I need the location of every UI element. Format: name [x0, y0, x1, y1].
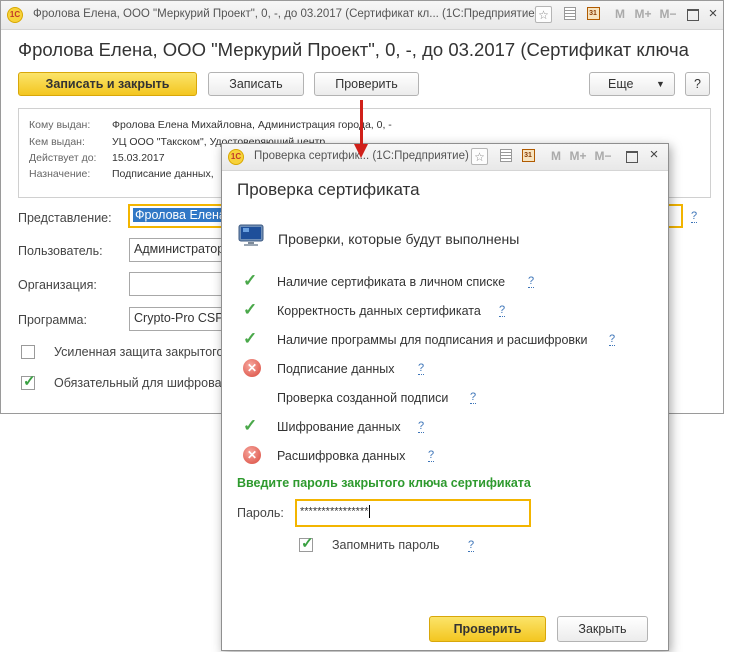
restore-icon[interactable]: [685, 6, 701, 22]
encryption-required-checkbox[interactable]: ✓: [21, 373, 36, 390]
check-button[interactable]: Проверить: [314, 72, 419, 96]
star-icon[interactable]: ☆: [535, 6, 552, 23]
remember-password-checkbox[interactable]: ✓: [299, 535, 314, 552]
issued-by-label: Кем выдан:: [29, 136, 85, 148]
check-item-signing: Подписание данных: [277, 362, 395, 376]
restore-icon[interactable]: [624, 148, 640, 164]
program-label: Программа:: [18, 313, 87, 327]
check-item-program: Наличие программы для подписания и расши…: [277, 333, 588, 347]
m-minus-icon[interactable]: M−: [592, 148, 614, 164]
password-value: ****************: [300, 505, 369, 518]
issued-to-label: Кому выдан:: [29, 119, 91, 131]
organization-label: Организация:: [18, 278, 97, 292]
remember-password-label: Запомнить пароль: [332, 538, 440, 552]
annotation-arrow-line: [360, 100, 363, 150]
strong-protection-checkbox[interactable]: [21, 345, 35, 359]
representation-value: Фролова Елена: [133, 208, 228, 222]
encryption-required-label: Обязательный для шифрова: [54, 376, 222, 390]
certificate-check-dialog: 1C Проверка сертифик... (1С:Предприятие)…: [221, 143, 669, 651]
save-and-close-button[interactable]: Записать и закрыть: [18, 72, 197, 96]
check-help-link[interactable]: ?: [418, 420, 425, 433]
more-button[interactable]: Еще ▼: [589, 72, 675, 96]
error-icon: ✕: [243, 359, 261, 377]
main-titlebar: 1C Фролова Елена, ООО "Меркурий Проект",…: [1, 1, 723, 30]
representation-label: Представление:: [18, 211, 112, 225]
m-plus-icon[interactable]: M+: [632, 6, 654, 22]
password-label: Пароль:: [237, 506, 284, 520]
ok-check-icon: ✓: [243, 300, 258, 319]
check-help-link[interactable]: ?: [418, 362, 425, 375]
dialog-close-button[interactable]: Закрыть: [557, 616, 648, 642]
dialog-check-button[interactable]: Проверить: [429, 616, 546, 642]
annotation-arrow-head-icon: [354, 144, 368, 158]
page-title: Фролова Елена, ООО "Меркурий Проект", 0,…: [18, 39, 689, 60]
m-icon[interactable]: M: [548, 148, 564, 164]
check-item-cert-data: Корректность данных сертификата: [277, 304, 481, 318]
calendar-icon[interactable]: 31: [520, 148, 536, 164]
check-help-link[interactable]: ?: [528, 275, 535, 288]
check-help-link[interactable]: ?: [499, 304, 506, 317]
issued-to-value: Фролова Елена Михайловна, Администрация …: [112, 119, 392, 131]
m-plus-icon[interactable]: M+: [567, 148, 589, 164]
grid-icon[interactable]: [562, 6, 578, 22]
help-button[interactable]: ?: [685, 72, 710, 96]
purpose-label: Назначение:: [29, 168, 91, 180]
star-icon[interactable]: ☆: [471, 148, 488, 165]
checkmark-icon: ✓: [23, 373, 36, 390]
m-icon[interactable]: M: [612, 6, 628, 22]
password-field[interactable]: ****************: [295, 499, 531, 527]
dialog-heading: Проверка сертификата: [237, 180, 420, 199]
dropdown-arrow-icon: ▼: [656, 79, 665, 89]
remember-help-link[interactable]: ?: [468, 539, 475, 552]
check-help-link[interactable]: ?: [470, 391, 477, 404]
ok-check-icon: ✓: [243, 416, 258, 435]
computer-icon: [238, 224, 264, 246]
valid-until-label: Действует до:: [29, 152, 97, 164]
save-button[interactable]: Записать: [208, 72, 304, 96]
1c-logo-icon: 1C: [228, 149, 244, 165]
check-item-signature-verify: Проверка созданной подписи: [277, 391, 449, 405]
text-caret: [368, 505, 370, 518]
representation-help-link[interactable]: ?: [691, 210, 698, 223]
check-item-encryption: Шифрование данных: [277, 420, 401, 434]
check-item-cert-in-list: Наличие сертификата в личном списке: [277, 275, 506, 289]
error-icon: ✕: [243, 446, 261, 464]
calendar-icon[interactable]: 31: [585, 6, 601, 22]
ok-check-icon: ✓: [243, 271, 258, 290]
purpose-value: Подписание данных,: [112, 168, 214, 180]
main-window-title: Фролова Елена, ООО "Меркурий Проект", 0,…: [33, 8, 539, 20]
m-minus-icon[interactable]: M−: [657, 6, 679, 22]
checks-subheading: Проверки, которые будут выполнены: [278, 231, 520, 247]
check-help-link[interactable]: ?: [428, 449, 435, 462]
strong-protection-label: Усиленная защита закрытого: [54, 345, 224, 359]
checkmark-icon: ✓: [301, 535, 314, 552]
close-icon[interactable]: ×: [646, 147, 662, 163]
grid-icon[interactable]: [498, 148, 514, 164]
user-label: Пользователь:: [18, 244, 103, 258]
valid-until-value: 15.03.2017: [112, 152, 165, 164]
ok-check-icon: ✓: [243, 329, 258, 348]
check-item-decryption: Расшифровка данных: [277, 449, 406, 463]
more-label: Еще: [608, 77, 634, 91]
1c-logo-icon: 1C: [7, 7, 23, 23]
password-prompt: Введите пароль закрытого ключа сертифика…: [237, 476, 531, 490]
dialog-titlebar: 1C Проверка сертифик... (1С:Предприятие)…: [222, 144, 668, 171]
check-help-link[interactable]: ?: [609, 333, 616, 346]
close-icon[interactable]: ×: [705, 6, 721, 22]
